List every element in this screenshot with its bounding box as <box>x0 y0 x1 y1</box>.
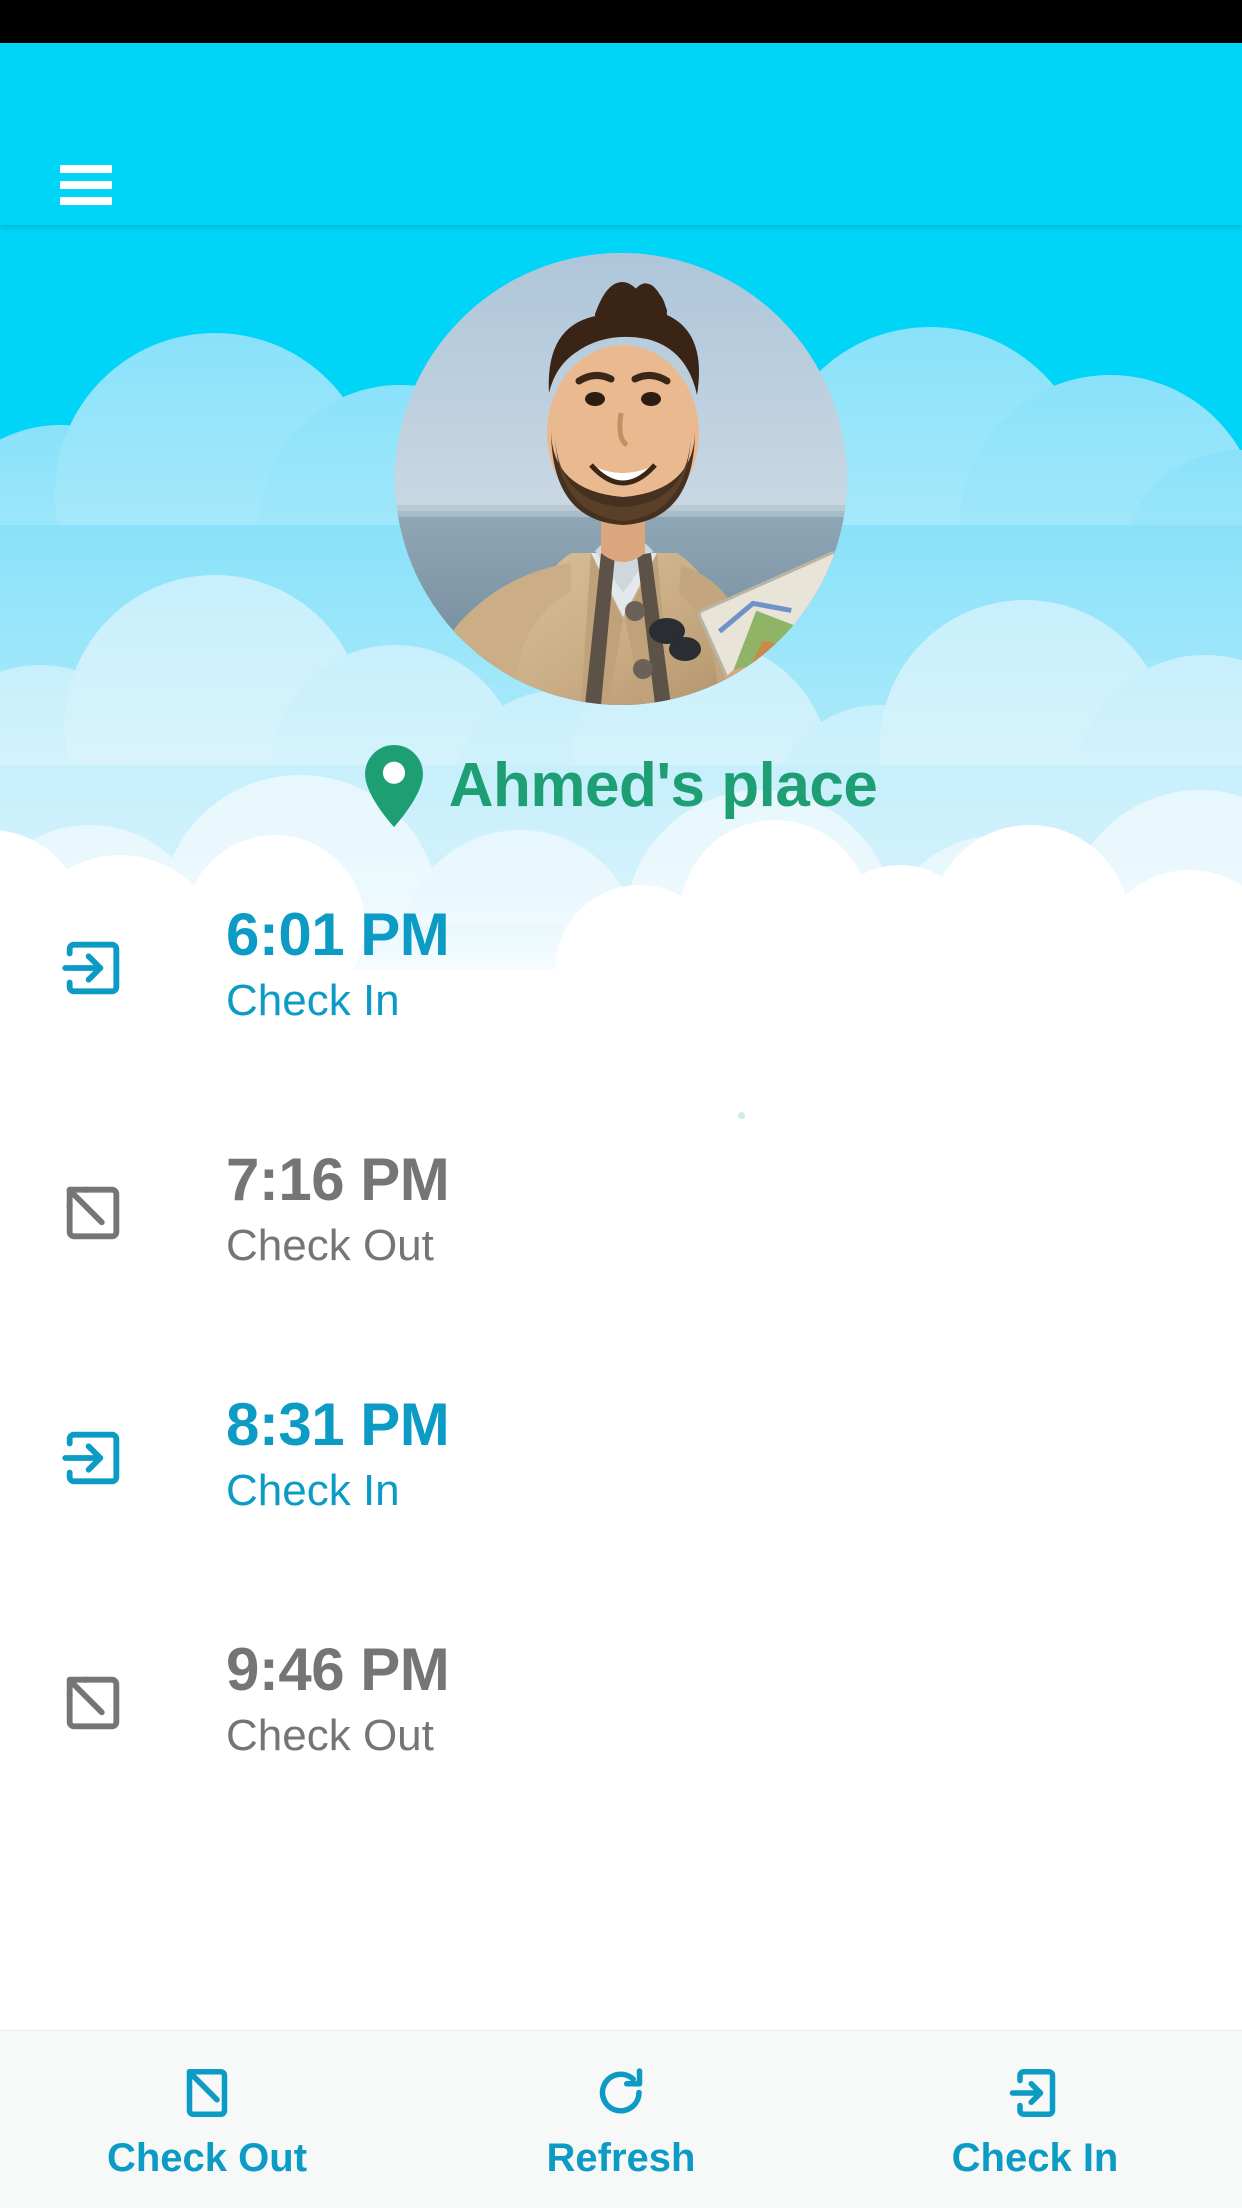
app-bar <box>0 43 1242 225</box>
list-item[interactable]: 7:16 PM Check Out <box>0 1145 1242 1325</box>
login-arrow-icon <box>58 1423 128 1493</box>
hamburger-bar-1 <box>60 165 112 173</box>
check-in-label: Check In <box>951 2135 1119 2180</box>
place-title-row: Ahmed's place <box>0 745 1242 827</box>
entry-time: 8:31 PM <box>226 1391 450 1458</box>
hamburger-bar-2 <box>60 181 112 189</box>
logout-arrow-icon <box>177 2062 237 2124</box>
check-in-button[interactable]: Check In <box>828 2031 1242 2208</box>
entry-label: Check In <box>226 1466 400 1515</box>
decorative-speck <box>738 1112 745 1119</box>
refresh-button[interactable]: Refresh <box>414 2031 828 2208</box>
logout-arrow-icon <box>58 1178 128 1248</box>
login-arrow-icon <box>58 933 128 1003</box>
list-item[interactable]: 9:46 PM Check Out <box>0 1635 1242 1815</box>
list-item[interactable]: 6:01 PM Check In <box>0 900 1242 1080</box>
list-item[interactable]: 8:31 PM Check In <box>0 1390 1242 1570</box>
place-name: Ahmed's place <box>448 751 878 820</box>
refresh-circular-arrow-icon <box>591 2062 651 2124</box>
login-arrow-icon <box>1005 2062 1065 2124</box>
logout-arrow-icon <box>58 1668 128 1738</box>
entry-text: 8:31 PM Check In <box>226 1390 450 1520</box>
entry-text: 7:16 PM Check Out <box>226 1145 450 1275</box>
map-pin-icon <box>364 745 423 827</box>
entry-time: 6:01 PM <box>226 901 450 968</box>
refresh-label: Refresh <box>546 2135 696 2180</box>
entry-label: Check Out <box>226 1221 434 1270</box>
status-bar <box>0 0 1242 43</box>
check-out-button[interactable]: Check Out <box>0 2031 414 2208</box>
entry-text: 6:01 PM Check In <box>226 900 450 1030</box>
entry-time: 9:46 PM <box>226 1636 450 1703</box>
hamburger-menu-icon[interactable] <box>60 165 112 205</box>
bottom-navigation-bar: Check Out Refresh Check In <box>0 2030 1242 2208</box>
app-screen: Ahmed's place 6:01 PM Check In 7:16 PM C… <box>0 0 1242 2208</box>
avatar[interactable] <box>395 253 847 705</box>
attendance-entries-list: 6:01 PM Check In 7:16 PM Check Out 8:31 … <box>0 900 1242 2030</box>
entry-label: Check In <box>226 976 400 1025</box>
hamburger-bar-3 <box>60 197 112 205</box>
check-out-label: Check Out <box>106 2135 308 2180</box>
entry-text: 9:46 PM Check Out <box>226 1635 450 1765</box>
entry-time: 7:16 PM <box>226 1146 450 1213</box>
entry-label: Check Out <box>226 1711 434 1760</box>
